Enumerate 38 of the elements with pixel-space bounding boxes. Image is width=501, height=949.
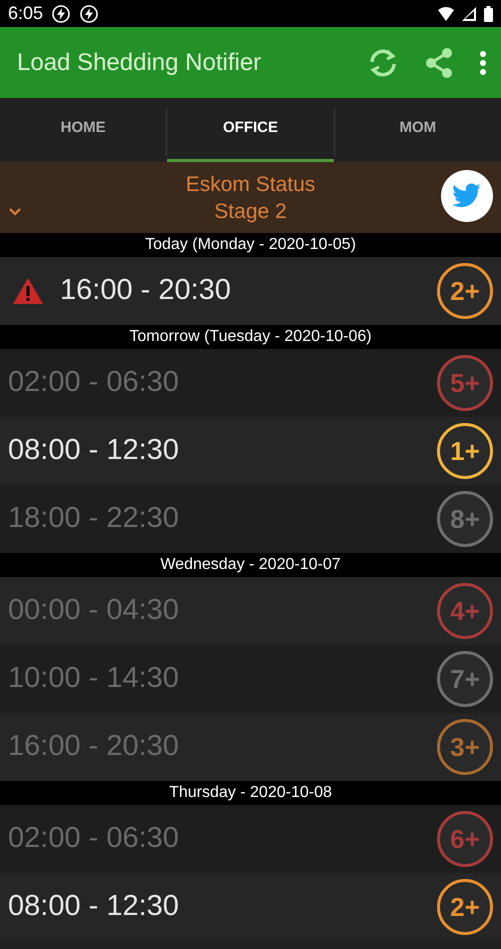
stage-badge: 2+ [437,879,493,935]
tab[interactable]: HOME [0,98,166,162]
flash-icon [51,4,72,24]
day-header: Thursday - 2020-10-08 [0,781,501,805]
twitter-button[interactable] [441,170,493,222]
bird-icon [452,183,482,209]
signal-icon [462,6,476,20]
stage-badge: 3+ [437,719,493,775]
share-icon [423,46,455,78]
time-range: 08:00 - 12:30 [8,433,180,468]
time-range: 00:00 - 04:30 [8,593,180,628]
day-header: Wednesday - 2020-10-07 [0,553,501,577]
day-header: Today (Monday - 2020-10-05) [0,233,501,257]
status-title: Eskom Status [186,172,316,198]
wifi-icon [438,6,454,20]
stage-label: Stage 2 [214,198,287,224]
time-range: 10:00 - 14:30 [8,661,180,696]
day-header: Tomorrow (Tuesday - 2020-10-06) [0,325,501,349]
time-range: 16:00 - 20:30 [60,273,232,308]
battery-icon [484,6,493,22]
stage-badge: 7+ [437,651,493,707]
app-title: Load Shedding Notifier [17,48,262,78]
time-range: 08:00 - 12:30 [8,889,180,924]
more-icon [479,50,487,76]
chevron-icon [8,207,22,217]
stage-badge: 2+ [437,263,493,319]
time-range: 18:00 - 22:30 [8,501,180,536]
time-range: 02:00 - 06:30 [8,821,180,856]
time-range: 02:00 - 06:30 [8,365,180,400]
stage-badge: 1+ [437,423,493,479]
stage-badge: 5+ [437,355,493,411]
flash-icon [79,4,100,24]
stage-badge: 4+ [437,583,493,639]
stage-badge: 6+ [437,811,493,867]
tab[interactable]: MOM [334,98,501,162]
stage-badge: 8+ [437,491,493,547]
time-range: 16:00 - 20:30 [8,729,180,764]
status-time: 6:05 [8,2,44,25]
